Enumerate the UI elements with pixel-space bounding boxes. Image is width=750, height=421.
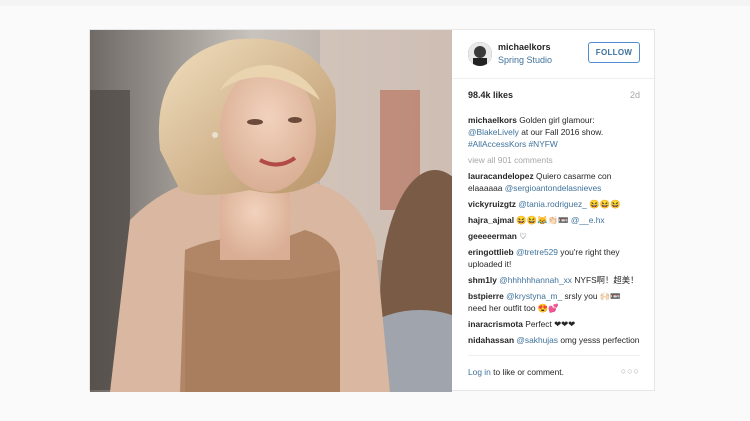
comment-text: 😆😆😆 [589,199,621,209]
post-age: 2d [629,90,640,100]
caption-hashtags[interactable]: #AllAccessKors #NYFW [468,139,558,149]
comment-user[interactable]: eringottlieb [468,247,514,257]
post-location[interactable]: Spring Studio [498,55,552,65]
profile-avatar[interactable] [468,42,492,66]
more-options-icon[interactable]: ○○○ [621,366,640,376]
caption-author[interactable]: michaelkors [468,115,517,125]
comment-item: eringottlieb @tretre529 you're right the… [468,246,640,270]
comment-user[interactable]: lauracandelopez [468,171,534,181]
top-bar [0,0,750,6]
post-header: michaelkors Spring Studio FOLLOW [452,30,656,79]
avatar-image [468,42,492,66]
likes-count[interactable]: 98.4k likes [468,90,513,100]
photo-image [90,30,452,392]
comment-item: hajra_ajmal 😆😆😹👏🏻📼 @__e.hx [468,214,640,226]
comment-item: inaracrismota Perfect ❤❤❤ [468,318,640,330]
comment-item: vickyruizgtz @tania.rodriguez_ 😆😆😆 [468,198,640,210]
comment-item: nidahassan @sakhujas omg yesss perfectio… [468,334,640,346]
comment-user[interactable]: vickyruizgtz [468,199,516,209]
caption: michaelkors Golden girl glamour: @BlakeL… [468,114,640,150]
comment-user[interactable]: shm1ly [468,275,497,285]
comment-mention[interactable]: @krystyna_m_ [506,291,562,301]
caption-text-after: at our Fall 2016 show. [521,127,604,137]
comment-mention[interactable]: @sergioantondelasnieves [505,183,602,193]
comment-mention[interactable]: @tania.rodriguez_ [518,199,587,209]
comment-text: Perfect ❤❤❤ [525,319,576,329]
comments-list: michaelkors Golden girl glamour: @BlakeL… [468,114,640,350]
comment-item: geeeeerman ♡ [468,230,640,242]
post-card: michaelkors Spring Studio FOLLOW 98.4k l… [89,29,656,392]
comment-mention[interactable]: @tretre529 [516,247,558,257]
comment-item: bstpierre @krystyna_m_ srsly you 🙌🏻📼 nee… [468,290,640,314]
comment-text: 😆😆😹👏🏻📼 [516,215,569,225]
comment-user[interactable]: bstpierre [468,291,504,301]
comment-mention[interactable]: @__e.hx [571,215,605,225]
post-photo[interactable] [90,30,452,392]
view-all-comments-link[interactable]: view all 901 comments [468,154,640,166]
login-prompt: Log in to like or comment. [468,367,564,377]
comment-mention[interactable]: @hhhhhhannah_xx [499,275,572,285]
caption-text: Golden girl glamour: [519,115,595,125]
comment-user[interactable]: nidahassan [468,335,514,345]
post-author[interactable]: michaelkors [498,42,551,52]
comment-user[interactable]: hajra_ajmal [468,215,514,225]
comment-text: omg yesss perfection [560,335,640,345]
comment-mention[interactable]: @sakhujas [516,335,558,345]
post-sidebar: michaelkors Spring Studio FOLLOW 98.4k l… [452,30,656,392]
post-footer: Log in to like or comment. ○○○ [468,355,640,393]
login-text: to like or comment. [493,367,564,377]
comment-item: lauracandelopez Quiero casarme con elaaa… [468,170,640,194]
comment-text: NYFS啊！超美！ [574,275,639,285]
comment-item: shm1ly @hhhhhhannah_xx NYFS啊！超美！ [468,274,640,286]
caption-mention[interactable]: @BlakeLively [468,127,519,137]
comment-text: ♡ [519,231,527,241]
comment-user[interactable]: inaracrismota [468,319,523,329]
login-link[interactable]: Log in [468,367,491,377]
follow-button[interactable]: FOLLOW [588,42,640,63]
comment-user[interactable]: geeeeerman [468,231,517,241]
